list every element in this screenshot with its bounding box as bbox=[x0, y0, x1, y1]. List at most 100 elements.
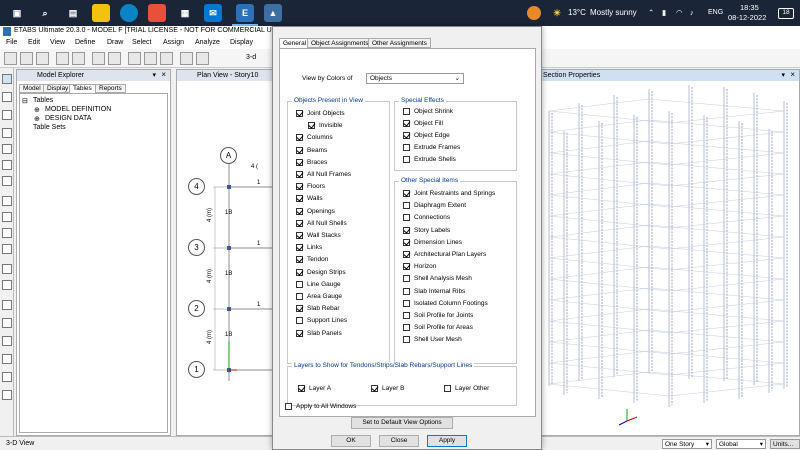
horizon-checkbox[interactable]: Horizon bbox=[403, 263, 436, 271]
redo-icon[interactable] bbox=[72, 52, 85, 65]
draw-dimension-icon[interactable] bbox=[2, 318, 12, 328]
shell-analysis-mesh-checkbox[interactable]: Shell Analysis Mesh bbox=[403, 275, 472, 283]
tab-tables[interactable]: Tables bbox=[69, 84, 96, 93]
object-fill-checkbox[interactable]: Object Fill bbox=[403, 120, 443, 127]
task-view-icon[interactable]: ▤ bbox=[64, 4, 82, 22]
area-gauge-checkbox[interactable]: Area Gauge bbox=[296, 293, 342, 300]
all-null-frames-checkbox[interactable]: All Null Frames bbox=[296, 171, 351, 178]
window-close-icon[interactable]: × bbox=[790, 70, 795, 79]
support-lines-checkbox[interactable]: Support Lines bbox=[296, 317, 347, 325]
menu-select[interactable]: Select bbox=[132, 39, 151, 46]
pan-icon[interactable] bbox=[144, 52, 157, 65]
layer-other-checkbox[interactable]: Layer Other bbox=[444, 385, 489, 392]
walls-checkbox[interactable]: Walls bbox=[296, 195, 323, 203]
slab-rebar-checkbox[interactable]: Slab Rebar bbox=[296, 305, 340, 313]
toolbar-3d-label[interactable]: 3-d bbox=[246, 54, 256, 61]
lock-icon[interactable] bbox=[92, 52, 105, 65]
draw-tendon-icon[interactable] bbox=[2, 280, 12, 290]
apply-all-windows-checkbox[interactable]: Apply to All Windows bbox=[285, 403, 356, 410]
undo-icon[interactable] bbox=[56, 52, 69, 65]
snap-icon[interactable] bbox=[2, 372, 12, 382]
story-labels-checkbox[interactable]: Story Labels bbox=[403, 226, 450, 234]
draw-frame-icon[interactable] bbox=[2, 128, 12, 138]
tab-other-assignments[interactable]: Other Assignments bbox=[368, 38, 431, 48]
draw-rect-area-icon[interactable] bbox=[2, 244, 12, 254]
edge-browser-icon[interactable] bbox=[120, 4, 138, 22]
draw-link-icon[interactable] bbox=[2, 264, 12, 274]
view-by-colors-select[interactable]: Objects ⌄ bbox=[366, 73, 464, 84]
draw-grid-icon[interactable] bbox=[2, 336, 12, 346]
folder-icon[interactable] bbox=[92, 4, 110, 22]
draw-wall-icon[interactable] bbox=[2, 212, 12, 222]
network-icon[interactable]: ▮ bbox=[662, 8, 666, 17]
plan-view-icon[interactable] bbox=[180, 52, 193, 65]
layer-b-checkbox[interactable]: Layer B bbox=[371, 385, 404, 392]
tree-node-model-definition[interactable]: MODEL DEFINITION bbox=[45, 106, 111, 113]
refresh-icon[interactable] bbox=[160, 52, 173, 65]
apply-button[interactable]: Apply bbox=[427, 435, 467, 447]
tree-expand-icon[interactable]: ⊕ bbox=[34, 115, 40, 123]
tab-display[interactable]: Display bbox=[43, 84, 73, 93]
joint-objects-checkbox[interactable]: Joint Objects bbox=[296, 110, 345, 117]
run-analysis-icon[interactable] bbox=[108, 52, 121, 65]
tree-node-design-data[interactable]: DESIGN DATA bbox=[45, 115, 91, 122]
draw-joint-icon[interactable] bbox=[2, 110, 12, 120]
line-gauge-checkbox[interactable]: Line Gauge bbox=[296, 280, 341, 288]
draw-brace-icon[interactable] bbox=[2, 176, 12, 186]
wifi-icon[interactable]: ◠ bbox=[676, 8, 683, 17]
menu-file[interactable]: File bbox=[6, 39, 17, 46]
joint-restraints-and-springs-checkbox[interactable]: Joint Restraints and Springs bbox=[403, 190, 495, 197]
volume-icon[interactable]: ♪ bbox=[690, 8, 694, 17]
tab-reports[interactable]: Reports bbox=[95, 84, 126, 93]
menu-define[interactable]: Define bbox=[75, 39, 95, 46]
draw-floor-icon[interactable] bbox=[2, 196, 12, 206]
language-indicator[interactable]: ENG bbox=[708, 9, 723, 16]
isolated-column-footings-checkbox[interactable]: Isolated Column Footings bbox=[403, 299, 488, 307]
menu-view[interactable]: View bbox=[50, 39, 65, 46]
window-menu-icon[interactable]: ▾ bbox=[781, 71, 785, 79]
soil-profile-for-areas-checkbox[interactable]: Soil Profile for Areas bbox=[403, 324, 473, 332]
close-button[interactable]: Close bbox=[379, 435, 419, 447]
file-explorer-icon[interactable]: ▣ bbox=[8, 4, 26, 22]
panel-pin-icon[interactable]: ▾ bbox=[152, 71, 156, 79]
new-model-icon[interactable] bbox=[4, 52, 17, 65]
etabs-icon[interactable]: E bbox=[236, 4, 254, 22]
zoom-icon[interactable] bbox=[128, 52, 141, 65]
weather-temp[interactable]: 13°C bbox=[568, 8, 586, 17]
3d-view-window[interactable]: Section Properties ▾ × bbox=[538, 69, 800, 436]
tab-object-assignments[interactable]: Object Assignments bbox=[307, 38, 373, 48]
floors-checkbox[interactable]: Floors bbox=[296, 183, 325, 191]
menu-edit[interactable]: Edit bbox=[28, 39, 40, 46]
tendon-checkbox[interactable]: Tendon bbox=[296, 256, 328, 264]
connections-checkbox[interactable]: Connections bbox=[403, 214, 450, 222]
menu-assign[interactable]: Assign bbox=[163, 39, 184, 46]
set-default-view-options-button[interactable]: Set to Default View Options bbox=[351, 417, 453, 429]
photos-icon[interactable]: ▲ bbox=[264, 4, 282, 22]
draw-wall-stack-icon[interactable] bbox=[2, 390, 12, 400]
object-edge-checkbox[interactable]: Object Edge bbox=[403, 132, 450, 139]
invisible-checkbox[interactable]: Invisible bbox=[308, 122, 342, 130]
store-icon[interactable]: ▦ bbox=[176, 4, 194, 22]
all-null-shells-checkbox[interactable]: All Null Shells bbox=[296, 219, 347, 227]
office-icon[interactable] bbox=[148, 4, 166, 22]
draw-section-cut-icon[interactable] bbox=[2, 354, 12, 364]
dimension-lines-checkbox[interactable]: Dimension Lines bbox=[403, 238, 462, 246]
draw-strip-icon[interactable] bbox=[2, 300, 12, 310]
plan-view-window[interactable]: Plan View - Story10 A 4 3 2 1 4 ( 4 (m) … bbox=[176, 69, 276, 436]
tray-chevron-icon[interactable]: ⌃ bbox=[648, 8, 654, 17]
shell-user-mesh-checkbox[interactable]: Shell User Mesh bbox=[403, 336, 462, 344]
tree-expand-icon[interactable]: ⊕ bbox=[34, 106, 40, 114]
draw-column-icon[interactable] bbox=[2, 144, 12, 154]
coord-system-select[interactable]: Global ▾ bbox=[716, 439, 766, 449]
object-shrink-checkbox[interactable]: Object Shrink bbox=[403, 108, 453, 115]
chrome-icon[interactable] bbox=[527, 6, 541, 20]
wall-stacks-checkbox[interactable]: Wall Stacks bbox=[296, 232, 341, 239]
links-checkbox[interactable]: Links bbox=[296, 244, 322, 252]
slab-internal-ribs-checkbox[interactable]: Slab Internal Ribs bbox=[403, 287, 465, 295]
tab-model[interactable]: Model bbox=[19, 84, 45, 93]
tree-node-tables[interactable]: Tables bbox=[33, 97, 53, 104]
columns-checkbox[interactable]: Columns bbox=[296, 134, 333, 142]
units-button[interactable]: Units... bbox=[770, 439, 800, 449]
menu-draw[interactable]: Draw bbox=[107, 39, 123, 46]
braces-checkbox[interactable]: Braces bbox=[296, 158, 327, 166]
